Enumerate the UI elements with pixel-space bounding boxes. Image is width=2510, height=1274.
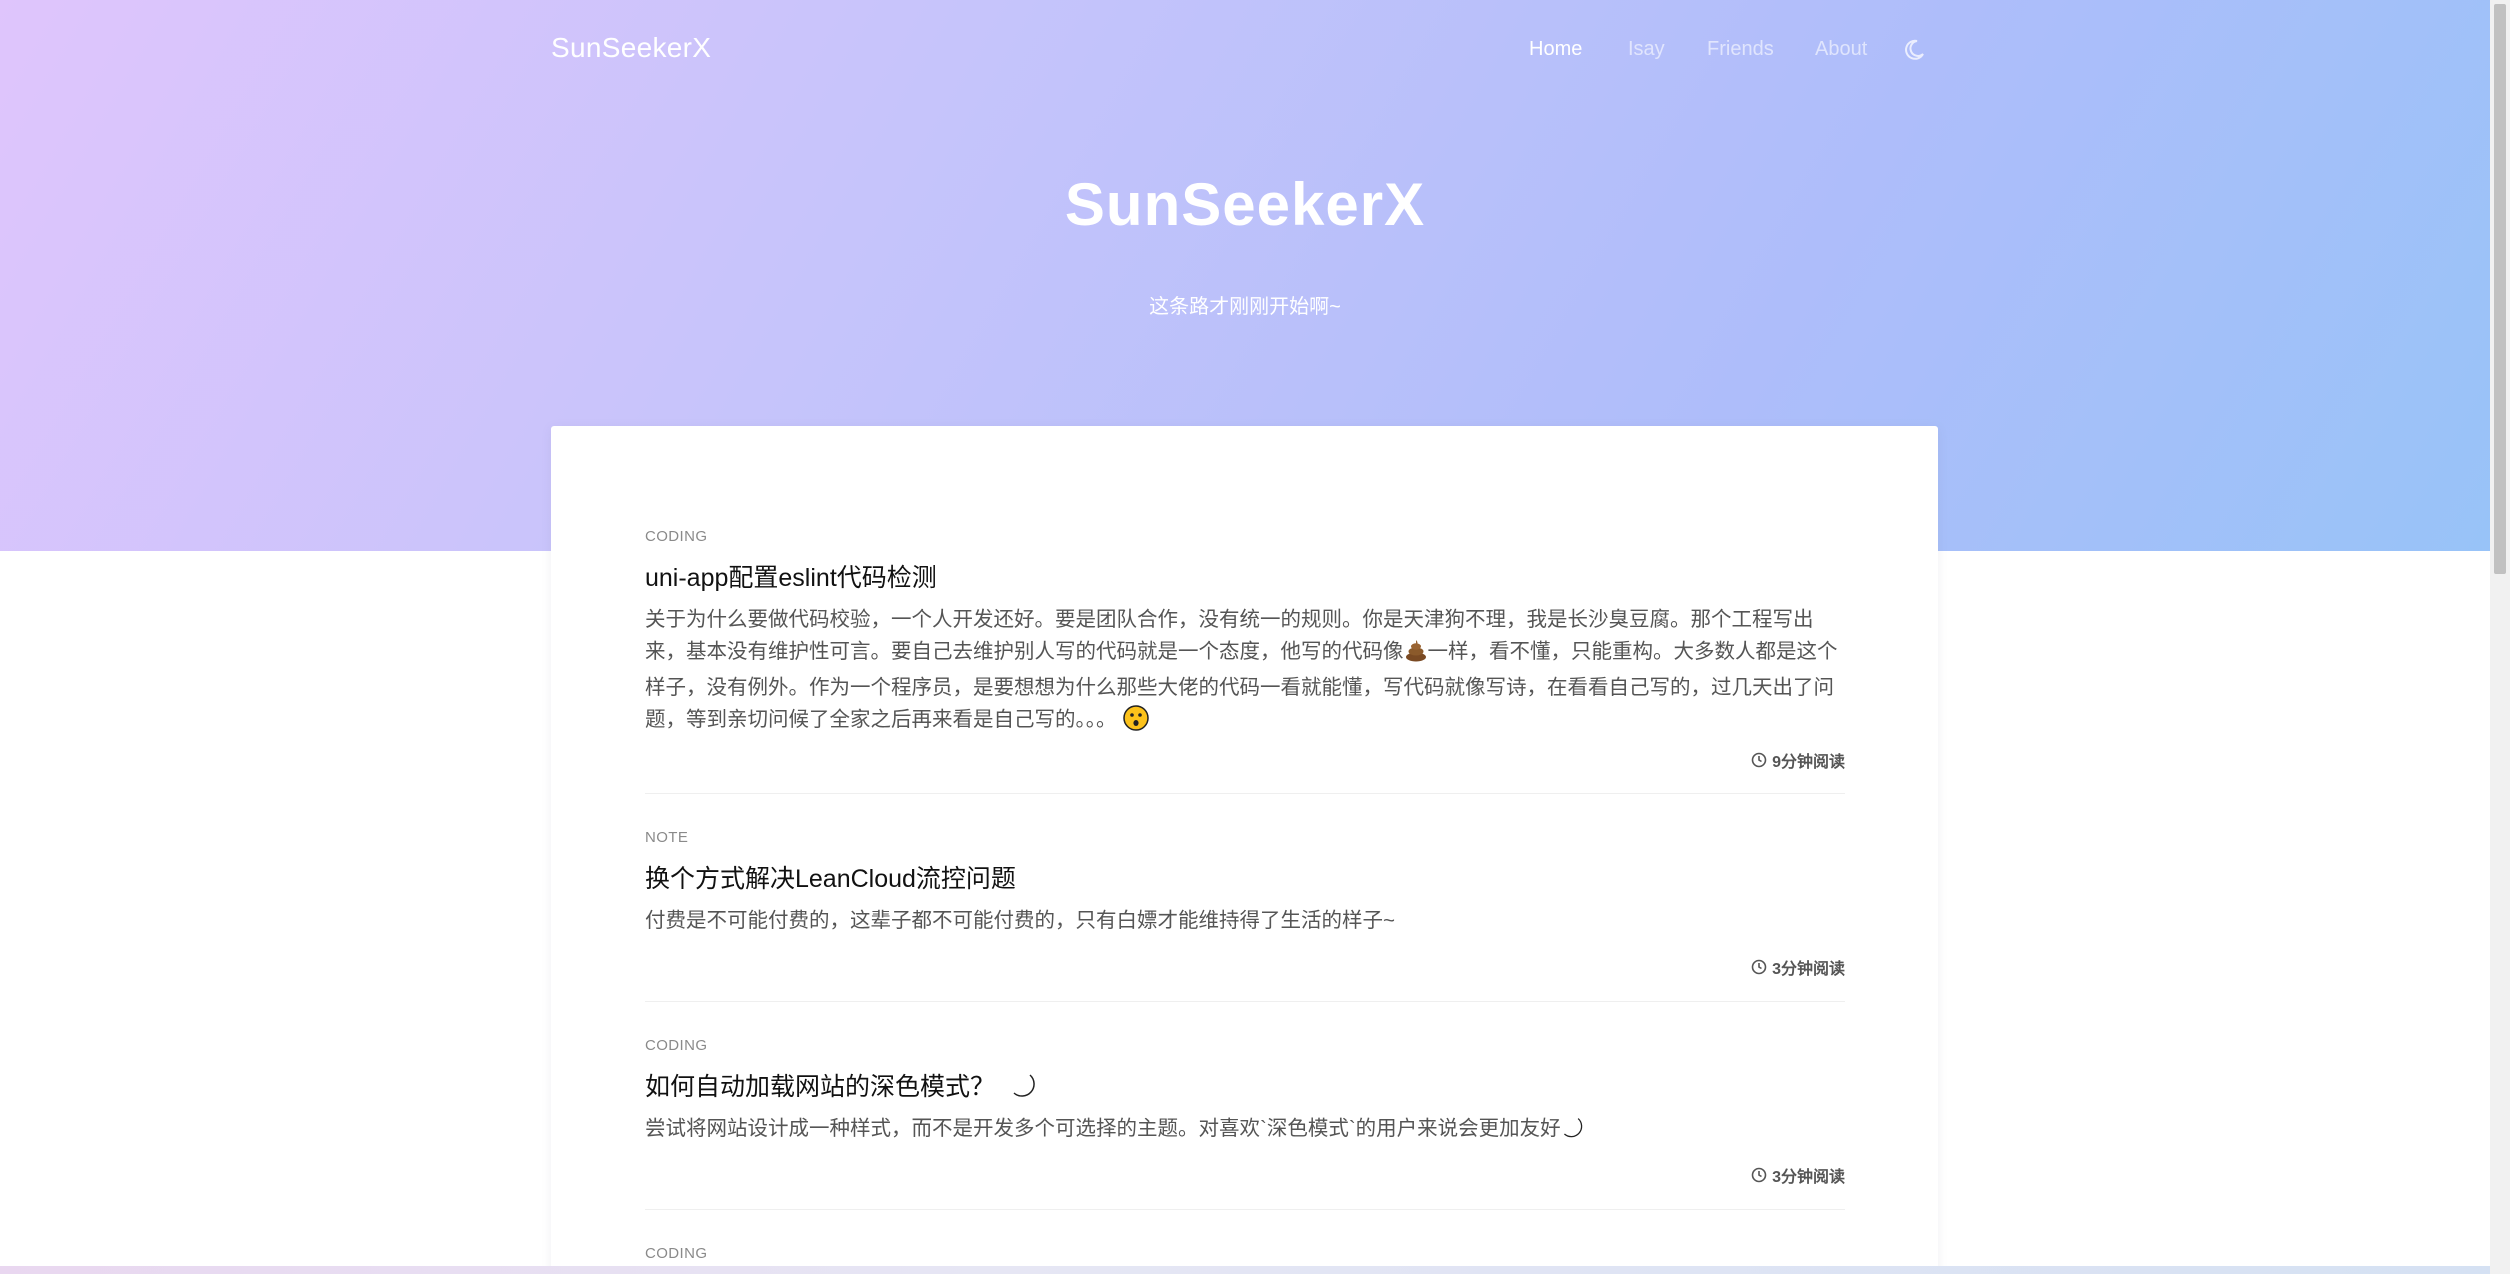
nav-item-about[interactable]: About — [1815, 38, 1867, 61]
site-title: SunSeekerX — [1064, 171, 1426, 238]
bottom-strip — [0, 1266, 2490, 1274]
read-time: 3分钟阅读 — [1772, 961, 1845, 978]
post-meta: 3分钟阅读 — [1751, 955, 1845, 979]
scrollbar[interactable] — [2490, 0, 2510, 1274]
post-meta: 3分钟阅读 — [1751, 1163, 1845, 1187]
post-meta: 9分钟阅读 — [1751, 748, 1845, 772]
site-subtitle: 这条路才刚刚开始啊~ — [1149, 296, 1341, 318]
poop-icon — [1404, 639, 1428, 673]
post-title[interactable]: 如何自动加载网站的深色模式？ — [645, 1073, 995, 1101]
scrollbar-thumb[interactable] — [2494, 4, 2506, 574]
post-category[interactable]: CODING — [645, 528, 707, 545]
nav-item-home[interactable]: Home — [1529, 38, 1582, 61]
nav-item-isay[interactable]: Isay — [1628, 38, 1665, 61]
clock-icon — [1751, 1167, 1767, 1183]
post-excerpt: 付费是不可能付费的，这辈子都不可能付费的，只有白嫖才能维持得了生活的样子~ — [645, 909, 1395, 932]
post-category[interactable]: CODING — [645, 1037, 707, 1054]
post-title[interactable]: uni-app配置eslint代码检测 — [645, 558, 937, 594]
main-nav: Home Isay Friends About — [0, 0, 2490, 100]
crescent-moon-icon — [1010, 1072, 1038, 1107]
post-excerpt: 尝试将网站设计成一种样式，而不是开发多个可选择的主题。对喜欢`深色模式`的用户来… — [645, 1113, 1845, 1150]
read-time: 9分钟阅读 — [1772, 754, 1845, 771]
page: SunSeekerX Home Isay Friends About SunSe… — [0, 0, 2510, 1274]
nav-item-friends[interactable]: Friends — [1707, 38, 1774, 61]
post-item: CODING 如何自动加载网站的深色模式？ 尝试将网站设计成一种样式，而不是开发… — [645, 1037, 1845, 1210]
clock-icon — [1751, 959, 1767, 975]
post-title[interactable]: 换个方式解决LeanCloud流控问题 — [645, 859, 1016, 895]
post-item: NOTE 换个方式解决LeanCloud流控问题 付费是不可能付费的，这辈子都不… — [645, 829, 1845, 1002]
post-excerpt-text: 尝试将网站设计成一种样式，而不是开发多个可选择的主题。对喜欢`深色模式`的用户来… — [645, 1117, 1561, 1140]
post-list-card: CODING uni-app配置eslint代码检测 关于为什么要做代码校验，一… — [551, 426, 1938, 1274]
moon-icon[interactable] — [1902, 38, 1926, 62]
read-time: 3分钟阅读 — [1772, 1169, 1845, 1186]
clock-icon — [1751, 752, 1767, 768]
post-item: CODING uni-app配置eslint代码检测 关于为什么要做代码校验，一… — [645, 528, 1845, 794]
post-category[interactable]: NOTE — [645, 829, 688, 846]
crescent-moon-icon — [1561, 1116, 1585, 1150]
post-title-row[interactable]: 如何自动加载网站的深色模式？ — [645, 1067, 1038, 1107]
astonished-face-icon — [1122, 704, 1149, 741]
post-category[interactable]: CODING — [645, 1245, 707, 1262]
post-excerpt: 关于为什么要做代码校验，一个人开发还好。要是团队合作，没有统一的规则。你是天津狗… — [645, 604, 1845, 740]
